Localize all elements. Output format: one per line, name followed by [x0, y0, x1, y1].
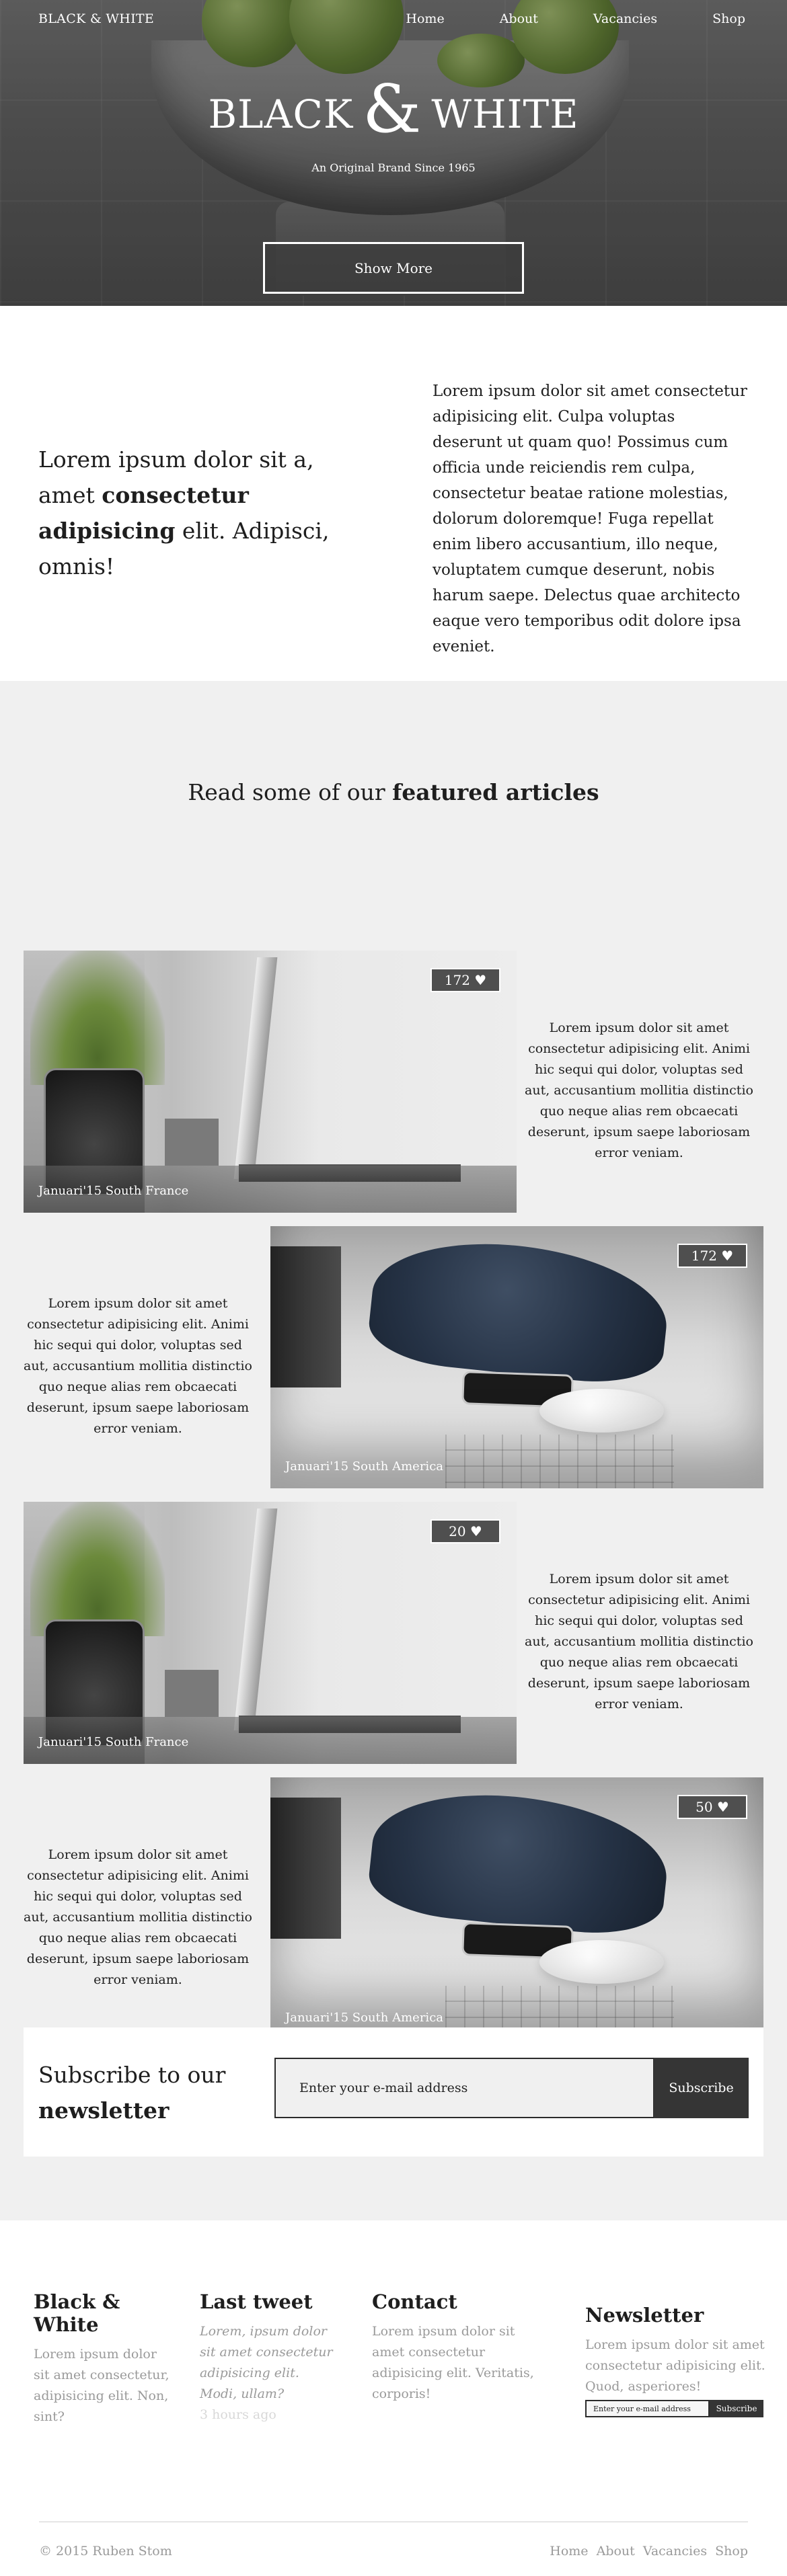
nav-link-about[interactable]: About	[500, 11, 538, 26]
article-caption: Januari'15 South France	[38, 1184, 189, 1198]
newsletter-title-bold: newsletter	[38, 2097, 170, 2124]
article-text: Lorem ipsum dolor sit amet consectetur a…	[24, 1847, 252, 1987]
intro-section: Lorem ipsum dolor sit a, amet consectetu…	[0, 306, 787, 681]
article-text: Lorem ipsum dolor sit amet consectetur a…	[24, 1296, 252, 1436]
article-card[interactable]: Lorem ipsum dolor sit amet consectetur a…	[24, 1777, 763, 2040]
hero-title: BLACK & WHITE	[0, 67, 787, 148]
nav-link-shop[interactable]: Shop	[712, 11, 745, 26]
featured-title-bold: featured articles	[392, 779, 599, 805]
nav-link-vacancies[interactable]: Vacancies	[593, 11, 657, 26]
footer-tweet-title: Last tweet	[200, 2290, 313, 2313]
article-card[interactable]: Lorem ipsum dolor sit amet consectetur a…	[24, 1226, 763, 1488]
footer-contact-title: Contact	[372, 2290, 457, 2313]
intro-lead: Lorem ipsum dolor sit a, amet consectetu…	[38, 442, 368, 584]
nav-link-home[interactable]: Home	[406, 11, 444, 26]
article-caption: Januari'15 South America	[285, 2011, 444, 2025]
footer-links: Home About Vacancies Shop	[546, 2544, 748, 2559]
footer-newsletter-form: Subscribe	[585, 2400, 767, 2417]
footer-about-text: Lorem ipsum dolor sit amet consectetur, …	[34, 2347, 170, 2424]
featured-title: Read some of our featured articles	[0, 779, 787, 805]
likes-badge[interactable]: 172 ♥	[430, 968, 500, 992]
footer-email-input[interactable]	[585, 2400, 710, 2417]
footer-contact-text: Lorem ipsum dolor sit amet consectetur a…	[372, 2324, 534, 2401]
footer-about: Black & White Lorem ipsum dolor sit amet…	[34, 2290, 172, 2427]
hero-title-left: BLACK	[208, 91, 354, 137]
likes-badge[interactable]: 172 ♥	[677, 1244, 747, 1268]
newsletter-title-part: Subscribe to our	[38, 2062, 226, 2088]
newsletter-subscribe-button[interactable]: Subscribe	[654, 2058, 749, 2118]
hero-section: BLACK & WHITE Home About Vacancies Shop …	[0, 0, 787, 306]
newsletter-title: Subscribe to our newsletter	[38, 2057, 254, 2128]
newsletter-email-input[interactable]	[274, 2058, 654, 2118]
article-image[interactable]: 20 ♥ Januari'15 South France	[24, 1502, 517, 1764]
footer-last-tweet: Last tweet Lorem, ipsum dolor sit amet c…	[200, 2290, 334, 2425]
show-more-button[interactable]: Show More	[263, 242, 524, 294]
scene-box	[165, 1119, 219, 1166]
footer-link-home[interactable]: Home	[550, 2544, 588, 2559]
plant-leaves	[30, 1502, 165, 1636]
site-logo[interactable]: BLACK & WHITE	[38, 11, 154, 26]
article-image[interactable]: 50 ♥ Januari'15 South America	[270, 1777, 763, 2040]
article-text: Lorem ipsum dolor sit amet consectetur a…	[525, 1020, 753, 1160]
article-image[interactable]: 172 ♥ Januari'15 South America	[270, 1226, 763, 1488]
scene-box	[165, 1670, 219, 1717]
footer-about-title: Black & White	[34, 2290, 120, 2336]
footer-tweet-text: Lorem, ipsum dolor sit amet consectetur …	[200, 2324, 333, 2401]
footer-link-shop[interactable]: Shop	[715, 2544, 748, 2559]
article-card[interactable]: 172 ♥ Januari'15 South France Lorem ipsu…	[24, 951, 763, 1213]
nav-links: Home About Vacancies Shop	[406, 11, 745, 26]
footer-subscribe-button[interactable]: Subscribe	[710, 2400, 763, 2417]
featured-title-part: Read some of our	[188, 779, 385, 805]
article-card[interactable]: 20 ♥ Januari'15 South France Lorem ipsum…	[24, 1502, 763, 1764]
article-text: Lorem ipsum dolor sit amet consectetur a…	[525, 1572, 753, 1712]
footer-link-vacancies[interactable]: Vacancies	[643, 2544, 707, 2559]
featured-section: Read some of our featured articles 172 ♥…	[0, 681, 787, 2220]
laptop-screen	[233, 957, 278, 1179]
hero-subtitle: An Original Brand Since 1965	[311, 161, 476, 174]
plant-leaves	[30, 951, 165, 1085]
footer-link-about[interactable]: About	[597, 2544, 635, 2559]
article-caption: Januari'15 South America	[285, 1459, 444, 1474]
copyright: © 2015 Ruben Stom	[39, 2544, 172, 2559]
footer-newsletter-text: Lorem ipsum dolor sit amet consectetur a…	[585, 2337, 765, 2394]
footer: Black & White Lorem ipsum dolor sit amet…	[0, 2220, 787, 2576]
article-image[interactable]: 172 ♥ Januari'15 South France	[24, 951, 517, 1213]
footer-newsletter-title: Newsletter	[585, 2304, 704, 2327]
intro-body: Lorem ipsum dolor sit amet consectetur a…	[433, 383, 747, 655]
likes-badge[interactable]: 50 ♥	[677, 1795, 747, 1819]
footer-contact: Contact Lorem ipsum dolor sit amet conse…	[372, 2290, 537, 2405]
hero-title-ampersand: &	[363, 71, 422, 148]
likes-badge[interactable]: 20 ♥	[430, 1519, 500, 1543]
footer-tweet-time: 3 hours ago	[200, 2407, 276, 2422]
main-nav: BLACK & WHITE Home About Vacancies Shop	[0, 0, 787, 39]
hero-title-right: WHITE	[431, 91, 579, 137]
newsletter-box: Subscribe to our newsletter Subscribe	[24, 2027, 763, 2157]
footer-newsletter: Newsletter Lorem ipsum dolor sit amet co…	[585, 2304, 767, 2417]
laptop-screen	[233, 1508, 278, 1730]
article-caption: Januari'15 South France	[38, 1735, 189, 1749]
